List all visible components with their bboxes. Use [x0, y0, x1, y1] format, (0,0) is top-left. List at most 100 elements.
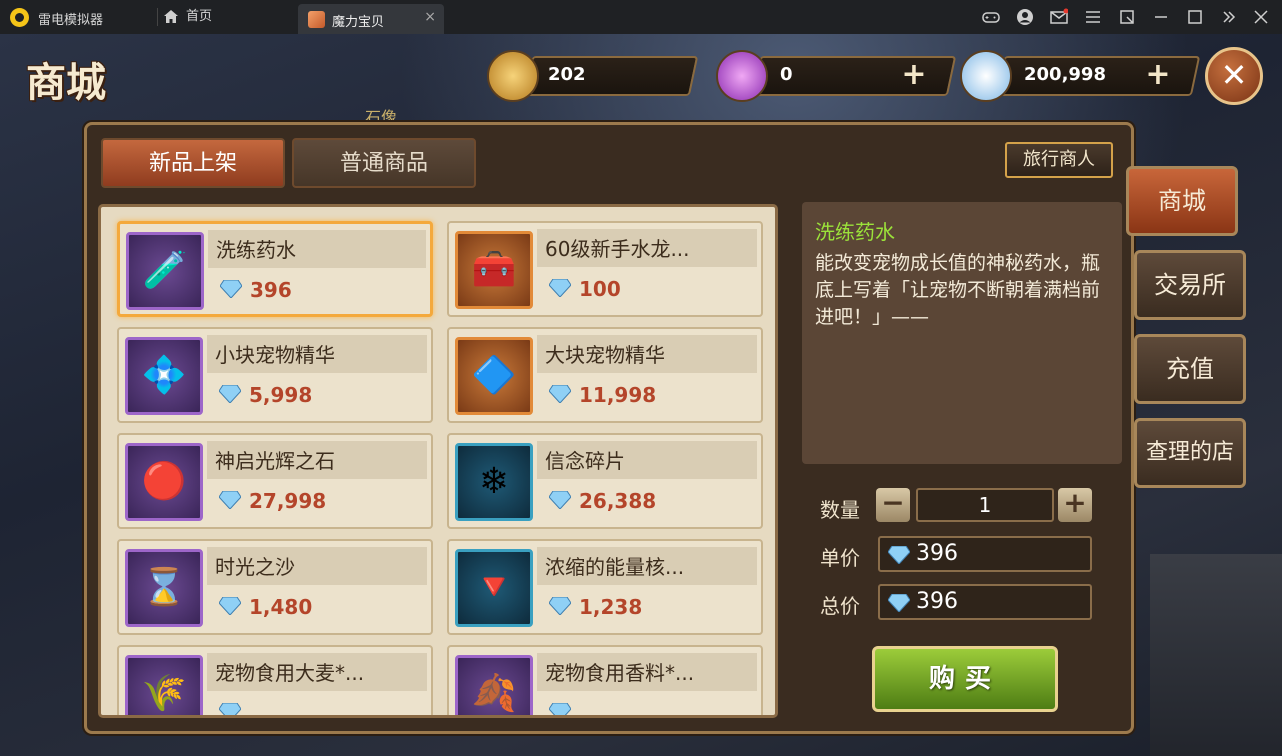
item-name: 宠物食用大麦*... [215, 661, 365, 685]
add-diamond-button[interactable]: + [1144, 60, 1172, 90]
item-name: 浓缩的能量核... [545, 555, 685, 579]
maximize-icon[interactable] [1186, 8, 1204, 26]
increase-quantity-button[interactable]: + [1058, 488, 1092, 522]
ore-icon: 💠 [125, 337, 203, 415]
item-name: 信念碎片 [545, 449, 625, 473]
unit-price-value: 396 [916, 541, 958, 566]
list-item[interactable]: 大块宠物精华 🔷 11,998 [447, 327, 763, 423]
item-name: 洗练药水 [216, 238, 296, 262]
decrease-quantity-button[interactable]: − [876, 488, 910, 522]
diamond-icon [888, 594, 910, 612]
quantity-input[interactable]: 1 [916, 488, 1054, 522]
buy-button[interactable]: 购买 [872, 646, 1058, 712]
total-price-label: 总价 [820, 594, 860, 618]
item-price: 1,480 [249, 595, 313, 619]
mail-icon[interactable] [1050, 8, 1069, 26]
item-price: 11,998 [579, 383, 657, 407]
red-stone-icon: 🔴 [125, 443, 203, 521]
crystal-amount: 0 [780, 64, 793, 85]
item-price: 100 [579, 277, 621, 301]
crystal-shards-icon: ❄ [455, 443, 533, 521]
energy-crystal-icon: 🔻 [455, 549, 533, 627]
list-item[interactable]: 浓缩的能量核... 🔻 1,238 [447, 539, 763, 635]
home-tab-label: 首页 [186, 9, 213, 24]
emulator-titlebar: 雷电模拟器 首页 魔力宝贝 × [0, 0, 1282, 34]
side-nav-shop[interactable]: 商城 [1126, 166, 1238, 236]
emulator-logo-icon [10, 8, 29, 27]
diamond-icon [219, 703, 241, 715]
unit-price-field: 396 [878, 536, 1092, 572]
user-avatar-icon[interactable] [1016, 8, 1034, 26]
traveling-merchant-button[interactable]: 旅行商人 [1005, 142, 1113, 178]
list-item[interactable]: 宠物食用香料*... 🍂 [447, 645, 763, 715]
minimize-icon[interactable] [1152, 8, 1170, 26]
list-item[interactable]: 洗练药水 🧪 396 [117, 221, 433, 317]
sapphire-icon: 🔷 [455, 337, 533, 415]
item-list: 洗练药水 🧪 396 60级新手水龙... 🧰 100 小块宠物精华 💠 5,9… [98, 204, 778, 718]
hourglass-icon: ⌛ [125, 549, 203, 627]
list-item[interactable]: 时光之沙 ⌛ 1,480 [117, 539, 433, 635]
item-name: 时光之沙 [215, 555, 295, 579]
titlebar-divider [157, 8, 158, 26]
menu-icon[interactable] [1084, 8, 1102, 26]
list-item[interactable]: 神启光辉之石 🔴 27,998 [117, 433, 433, 529]
list-item[interactable]: 宠物食用大麦*... 🌾 [117, 645, 433, 715]
item-price: 1,238 [579, 595, 643, 619]
close-window-icon[interactable] [1252, 8, 1270, 26]
home-icon [164, 10, 178, 23]
diamond-icon [549, 597, 571, 615]
diamond-icon [219, 385, 241, 403]
game-tab-icon [308, 11, 325, 28]
item-name: 60级新手水龙... [545, 237, 690, 261]
potion-icon: 🧪 [126, 232, 204, 310]
spice-icon: 🍂 [455, 655, 533, 715]
barley-icon: 🌾 [125, 655, 203, 715]
selected-item-description: 能改变宠物成长值的神秘药水，瓶底上写着「让宠物不断朝着满档前进吧！」—— [815, 252, 1101, 328]
item-price: 27,998 [249, 489, 327, 513]
close-shop-button[interactable]: ✕ [1205, 47, 1263, 105]
collapse-sidebar-icon[interactable] [1220, 8, 1238, 26]
total-price-value: 396 [916, 589, 958, 614]
list-item[interactable]: 小块宠物精华 💠 5,998 [117, 327, 433, 423]
item-price: 5,998 [249, 383, 313, 407]
diamond-icon [219, 597, 241, 615]
popout-icon[interactable] [1118, 8, 1136, 26]
item-price: 26,388 [579, 489, 657, 513]
diamond-amount: 200,998 [1024, 64, 1106, 85]
diamond-icon [220, 280, 242, 298]
emulator-app-name: 雷电模拟器 [38, 13, 104, 28]
chest-icon: 🧰 [455, 231, 533, 309]
item-name: 小块宠物精华 [215, 343, 335, 367]
gold-amount: 202 [548, 64, 586, 85]
diamond-icon [549, 279, 571, 297]
gamepad-icon[interactable] [982, 8, 1000, 26]
diamond-icon [219, 491, 241, 509]
total-price-field: 396 [878, 584, 1092, 620]
game-tab[interactable]: 魔力宝贝 × [298, 4, 444, 34]
side-nav-recharge[interactable]: 充值 [1134, 334, 1246, 404]
page-title: 商城 [26, 60, 106, 106]
selected-item-name: 洗练药水 [815, 220, 895, 244]
item-name: 神启光辉之石 [215, 449, 335, 473]
add-crystal-button[interactable]: + [900, 60, 928, 90]
diamond-icon [888, 546, 910, 564]
side-nav-charlies-shop[interactable]: 查理的店 [1134, 418, 1246, 488]
list-item[interactable]: 60级新手水龙... 🧰 100 [447, 221, 763, 317]
item-name: 大块宠物精华 [545, 343, 665, 367]
tab-new-arrivals[interactable]: 新品上架 [101, 138, 285, 188]
background-pillar [1150, 554, 1282, 756]
quantity-label: 数量 [820, 498, 860, 522]
home-tab[interactable]: 首页 [164, 6, 212, 28]
side-nav-exchange[interactable]: 交易所 [1134, 250, 1246, 320]
close-tab-icon[interactable]: × [424, 9, 436, 25]
item-price: 396 [250, 278, 292, 302]
tab-normal-goods[interactable]: 普通商品 [292, 138, 476, 188]
diamond-icon [549, 385, 571, 403]
game-tab-label: 魔力宝贝 [332, 15, 385, 30]
diamond-icon [549, 703, 571, 715]
list-item[interactable]: 信念碎片 ❄ 26,388 [447, 433, 763, 529]
gold-coin-icon [487, 50, 539, 102]
diamond-icon [960, 50, 1012, 102]
diamond-icon [549, 491, 571, 509]
item-name: 宠物食用香料*... [545, 661, 695, 685]
